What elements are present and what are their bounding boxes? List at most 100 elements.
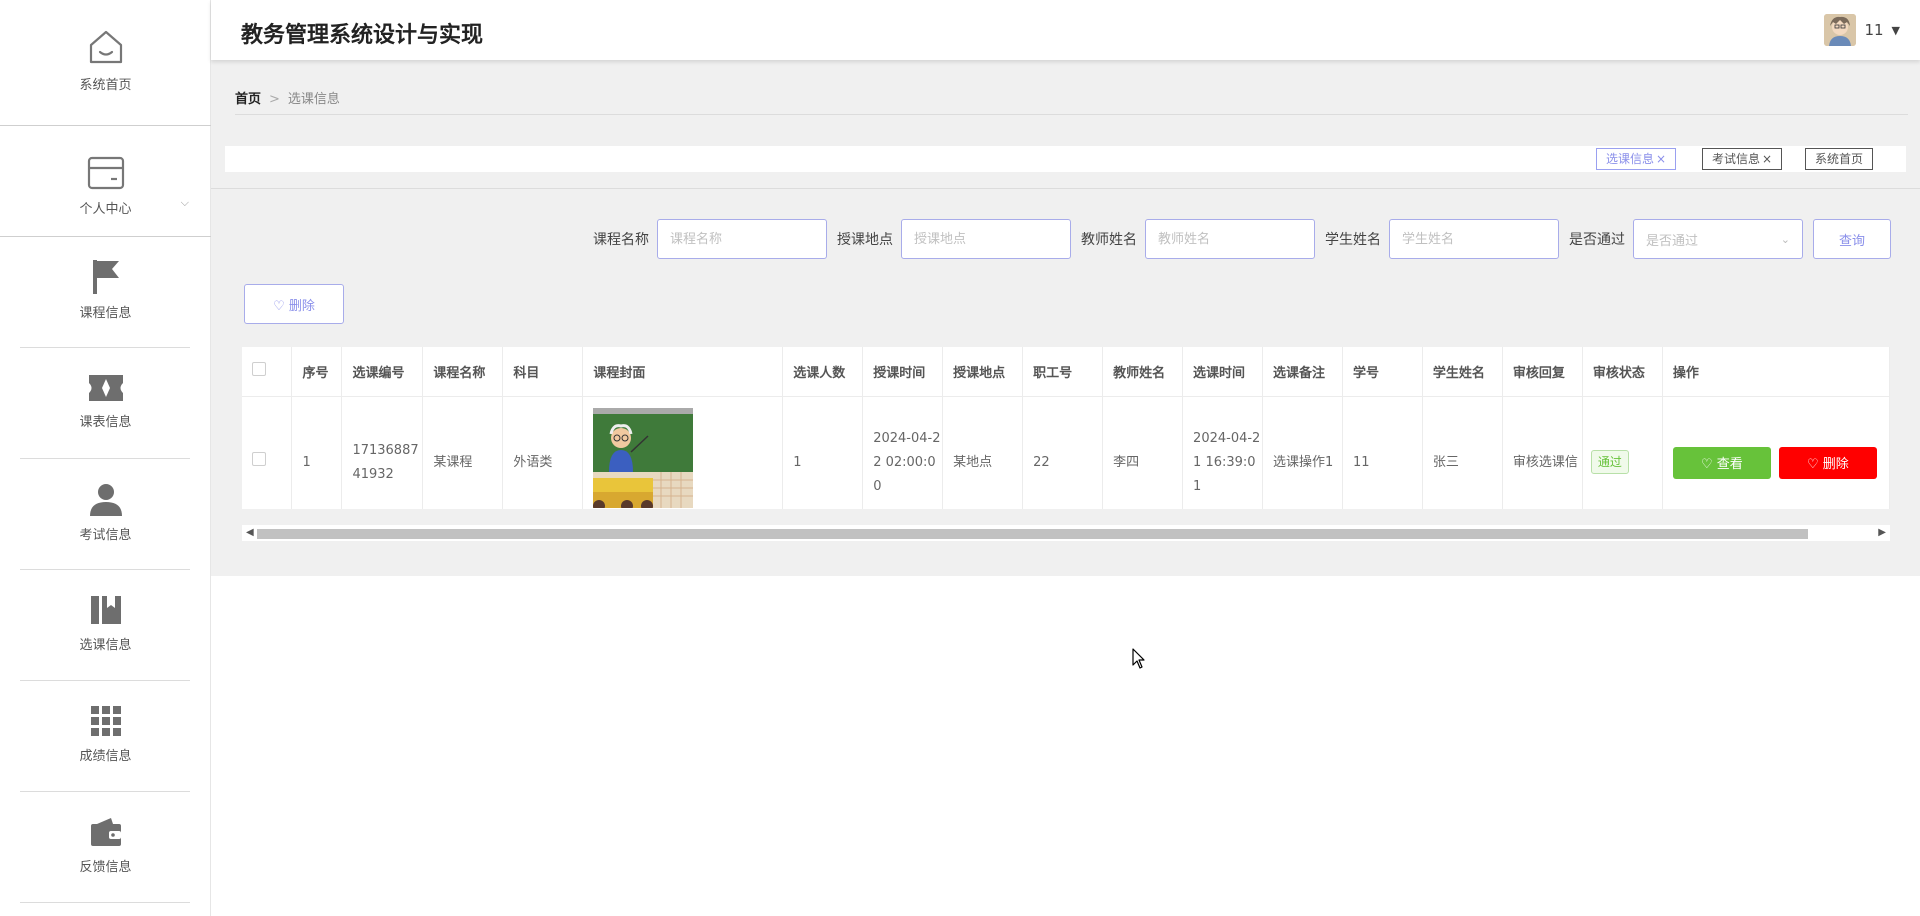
grid-icon	[90, 706, 121, 736]
heart-icon: ♡	[273, 298, 285, 314]
tab-label: 选课信息	[1606, 152, 1655, 166]
cell-teacher-name: 李四	[1102, 396, 1184, 509]
teacher-name-input[interactable]	[1145, 219, 1315, 259]
row-select-cell	[242, 396, 293, 509]
sidebar-item-label: 个人中心	[79, 202, 132, 217]
column-header: 选课时间	[1182, 347, 1264, 397]
query-button[interactable]: 查询	[1813, 219, 1891, 259]
row-checkbox[interactable]	[252, 451, 266, 466]
top-header: 教务管理系统设计与实现 11 ▼	[211, 0, 1920, 60]
sidebar-item-label: 课程信息	[79, 306, 132, 321]
tab-home[interactable]: 系统首页	[1805, 148, 1874, 170]
column-header: 选课备注	[1262, 347, 1343, 397]
divider	[0, 125, 211, 126]
view-button[interactable]: ♡ 查看	[1672, 446, 1771, 479]
table-header-row: 序号 选课编号 课程名称 科目 课程封面 选课人数 授课时间 授课地点 职工号 …	[242, 347, 1890, 397]
column-header: 操作	[1662, 347, 1890, 397]
avatar	[1824, 14, 1857, 46]
cell-student-name: 张三	[1422, 396, 1503, 509]
cell-actions: ♡ 查看 ♡ 删除	[1662, 396, 1890, 509]
sidebar-item-feedback[interactable]: 反馈信息	[0, 816, 211, 875]
select-placeholder: 是否通过	[1646, 233, 1699, 249]
scrollbar-thumb[interactable]	[257, 529, 1808, 539]
column-header: 科目	[502, 347, 584, 397]
course-name-input[interactable]	[657, 219, 827, 259]
cell-index: 1	[291, 396, 343, 509]
delete-label: 删除	[288, 298, 315, 314]
sidebar-item-grades[interactable]: 成绩信息	[0, 705, 211, 764]
sidebar-item-exam[interactable]: 考试信息	[0, 482, 211, 543]
sidebar-item-personal[interactable]: 个人中心 ⌵	[0, 156, 211, 217]
cell-enroll-count: 1	[782, 396, 864, 509]
divider	[211, 188, 1920, 189]
caret-down-icon: ▼	[1891, 23, 1900, 37]
ticket-icon	[88, 375, 123, 401]
search-bar: 课程名称 授课地点 教师姓名 学生姓名 是否通过 是否通过 ⌄ 查询	[593, 219, 1891, 259]
tab-course-selection[interactable]: 选课信息 ×	[1596, 148, 1677, 170]
pass-status-select[interactable]: 是否通过 ⌄	[1633, 219, 1803, 259]
course-name-label: 课程名称	[593, 232, 649, 248]
divider	[0, 236, 211, 237]
delete-label: 删除	[1822, 457, 1849, 472]
column-header: 课程名称	[422, 347, 504, 397]
cell-location: 某地点	[942, 396, 1024, 509]
sidebar: 系统首页 个人中心 ⌵ 课程信息 课表信息 考试信息 选课信息 成绩信息 反馈信…	[0, 0, 211, 916]
cell-select-time: 2024-04-21 16:39:01	[1182, 396, 1264, 509]
batch-delete-button[interactable]: ♡ 删除	[244, 284, 344, 324]
chevron-down-icon: ⌄	[1780, 232, 1790, 246]
cell-status: 通过	[1582, 396, 1663, 509]
breadcrumb-separator: >	[269, 92, 280, 107]
column-header: 职工号	[1022, 347, 1104, 397]
scroll-left-icon[interactable]: ◀	[246, 527, 254, 538]
student-name-input[interactable]	[1389, 219, 1559, 259]
close-icon[interactable]: ×	[1656, 152, 1666, 166]
user-menu[interactable]: 11 ▼	[1824, 14, 1900, 46]
cell-remark: 选课操作1	[1262, 396, 1343, 509]
cell-course-select-no: 1713688741932	[341, 396, 424, 509]
cell-course-name: 某课程	[422, 396, 504, 509]
student-name-label: 学生姓名	[1325, 232, 1381, 248]
breadcrumb-current: 选课信息	[287, 92, 340, 107]
divider	[20, 791, 190, 792]
delete-button[interactable]: ♡ 删除	[1778, 446, 1877, 479]
breadcrumb-home[interactable]: 首页	[235, 92, 261, 107]
column-header: 审核状态	[1582, 347, 1663, 397]
cell-teach-time: 2024-04-22 02:00:00	[862, 396, 944, 509]
view-label: 查看	[1716, 457, 1743, 472]
scroll-right-icon[interactable]: ▶	[1878, 527, 1886, 538]
sidebar-item-home[interactable]: 系统首页	[0, 28, 211, 93]
cell-staff-no: 22	[1022, 396, 1104, 509]
sidebar-item-selection[interactable]: 选课信息	[0, 594, 211, 653]
column-header: 选课人数	[782, 347, 864, 397]
location-input[interactable]	[901, 219, 1071, 259]
heart-icon: ♡	[1700, 457, 1713, 472]
column-header: 授课时间	[862, 347, 944, 397]
tab-label: 系统首页	[1815, 152, 1864, 166]
select-all-checkbox[interactable]	[252, 362, 266, 377]
wallet-icon	[90, 818, 121, 846]
divider	[20, 458, 190, 459]
sidebar-item-label: 课表信息	[79, 415, 132, 430]
chevron-down-icon[interactable]: ⌵	[181, 196, 189, 210]
mouse-cursor-icon	[1132, 648, 1145, 669]
column-header: 序号	[291, 347, 343, 397]
home-icon	[89, 30, 122, 64]
divider	[235, 114, 1908, 115]
sidebar-item-label: 成绩信息	[79, 749, 132, 764]
status-badge: 通过	[1590, 450, 1629, 474]
main-content: 首页>选课信息 选课信息× 考试信息× 系统首页 课程名称 授课地点 教师姓名 …	[211, 60, 1920, 576]
column-header: 选课编号	[341, 347, 424, 397]
divider	[20, 902, 190, 903]
column-header: 学号	[1342, 347, 1423, 397]
teacher-name-label: 教师姓名	[1081, 232, 1137, 248]
sidebar-item-course[interactable]: 课程信息	[0, 258, 211, 321]
sidebar-item-schedule[interactable]: 课表信息	[0, 373, 211, 430]
close-icon[interactable]: ×	[1762, 152, 1772, 166]
divider	[20, 347, 190, 348]
sidebar-item-label: 反馈信息	[79, 860, 132, 875]
horizontal-scrollbar[interactable]: ◀ ▶	[242, 525, 1890, 541]
flag-icon	[92, 260, 119, 294]
tab-exam[interactable]: 考试信息 ×	[1702, 148, 1783, 170]
cell-course-cover	[582, 396, 784, 509]
card-icon	[87, 156, 124, 190]
